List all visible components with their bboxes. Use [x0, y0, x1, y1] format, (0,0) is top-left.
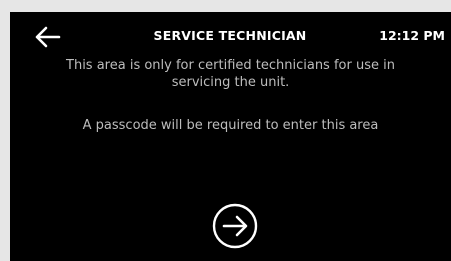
next-button[interactable]: [211, 202, 259, 250]
page-title: SERVICE TECHNICIAN: [153, 28, 307, 43]
back-button[interactable]: [30, 20, 64, 54]
arrow-left-icon: [35, 26, 61, 48]
certification-message-line-2: servicing the unit.: [171, 75, 290, 90]
certification-message-line-1: This area is only for certified technici…: [66, 58, 395, 73]
passcode-notice: A passcode will be required to enter thi…: [82, 118, 379, 133]
certification-message: This area is only for certified technici…: [10, 57, 451, 91]
arrow-right-circle-icon: [212, 203, 258, 249]
service-technician-screen: SERVICE TECHNICIAN 12:12 PM This area is…: [10, 12, 451, 261]
clock-time: 12:12 PM: [379, 28, 445, 43]
